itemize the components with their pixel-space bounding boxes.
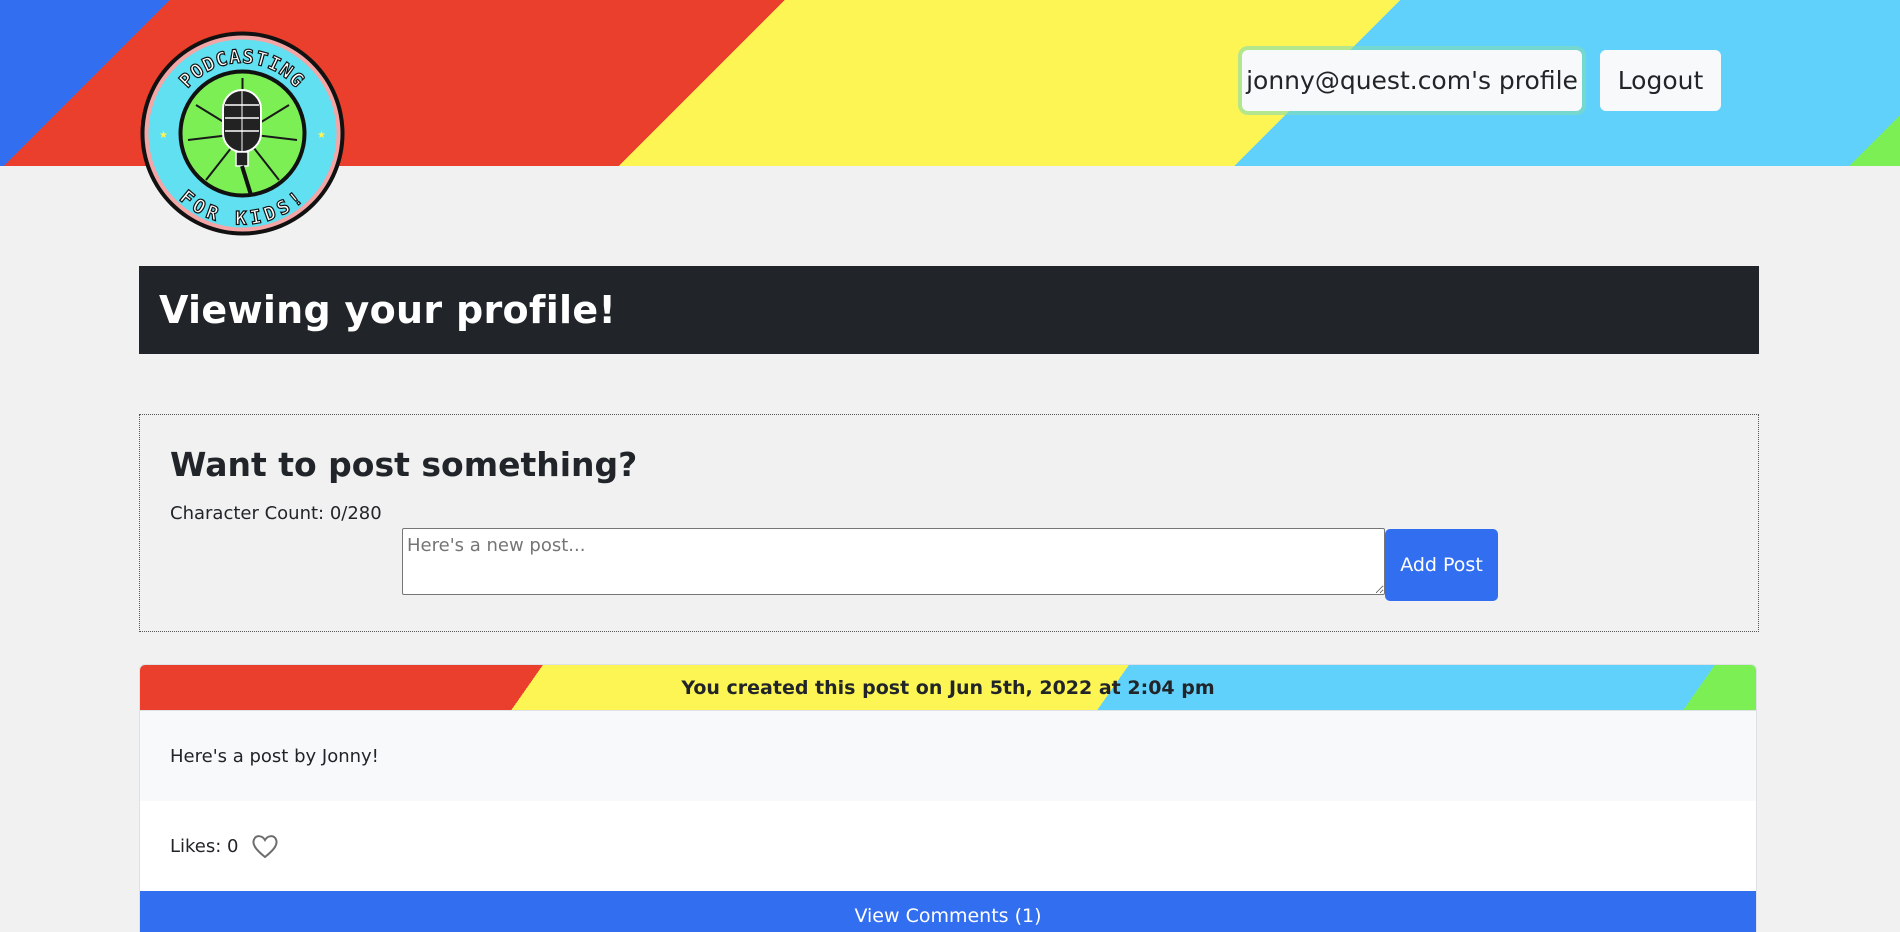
post-card: You created this post on Jun 5th, 2022 a… (139, 664, 1757, 932)
logout-button[interactable]: Logout (1600, 50, 1721, 111)
new-post-input[interactable] (402, 528, 1385, 595)
podcasting-for-kids-logo[interactable]: PODCASTING FOR KIDS! ★ ★ (139, 30, 346, 237)
add-post-button[interactable]: Add Post (1385, 529, 1498, 601)
likes-count: Likes: 0 (170, 835, 239, 857)
new-post-heading: Want to post something? (170, 445, 638, 484)
character-count: Character Count: 0/280 (170, 503, 382, 524)
page-title-bar: Viewing your profile! (139, 266, 1759, 354)
likes-row: Likes: 0 (140, 801, 1756, 891)
heart-outline-icon[interactable] (251, 833, 279, 859)
star-icon: ★ (159, 130, 168, 141)
view-comments-button[interactable]: View Comments (1) (140, 891, 1756, 932)
post-header: You created this post on Jun 5th, 2022 a… (140, 665, 1756, 711)
new-post-form: Want to post something? Character Count:… (139, 414, 1759, 632)
page-title: Viewing your profile! (159, 288, 617, 332)
star-icon: ★ (317, 130, 326, 141)
post-body: Here's a post by Jonny! (140, 711, 1756, 801)
profile-button[interactable]: jonny@quest.com's profile (1242, 50, 1582, 111)
logo-graphic: PODCASTING FOR KIDS! ★ ★ (140, 31, 345, 236)
